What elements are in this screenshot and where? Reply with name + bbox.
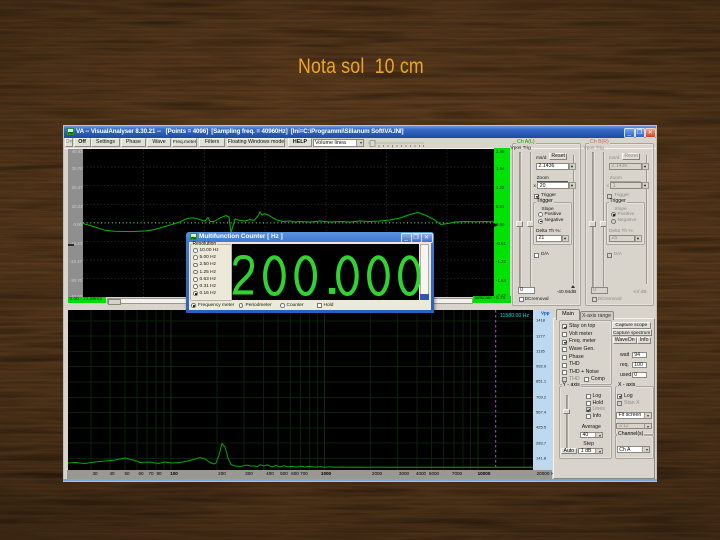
svg-text:11580.00 Hz: 11580.00 Hz [500, 313, 529, 319]
